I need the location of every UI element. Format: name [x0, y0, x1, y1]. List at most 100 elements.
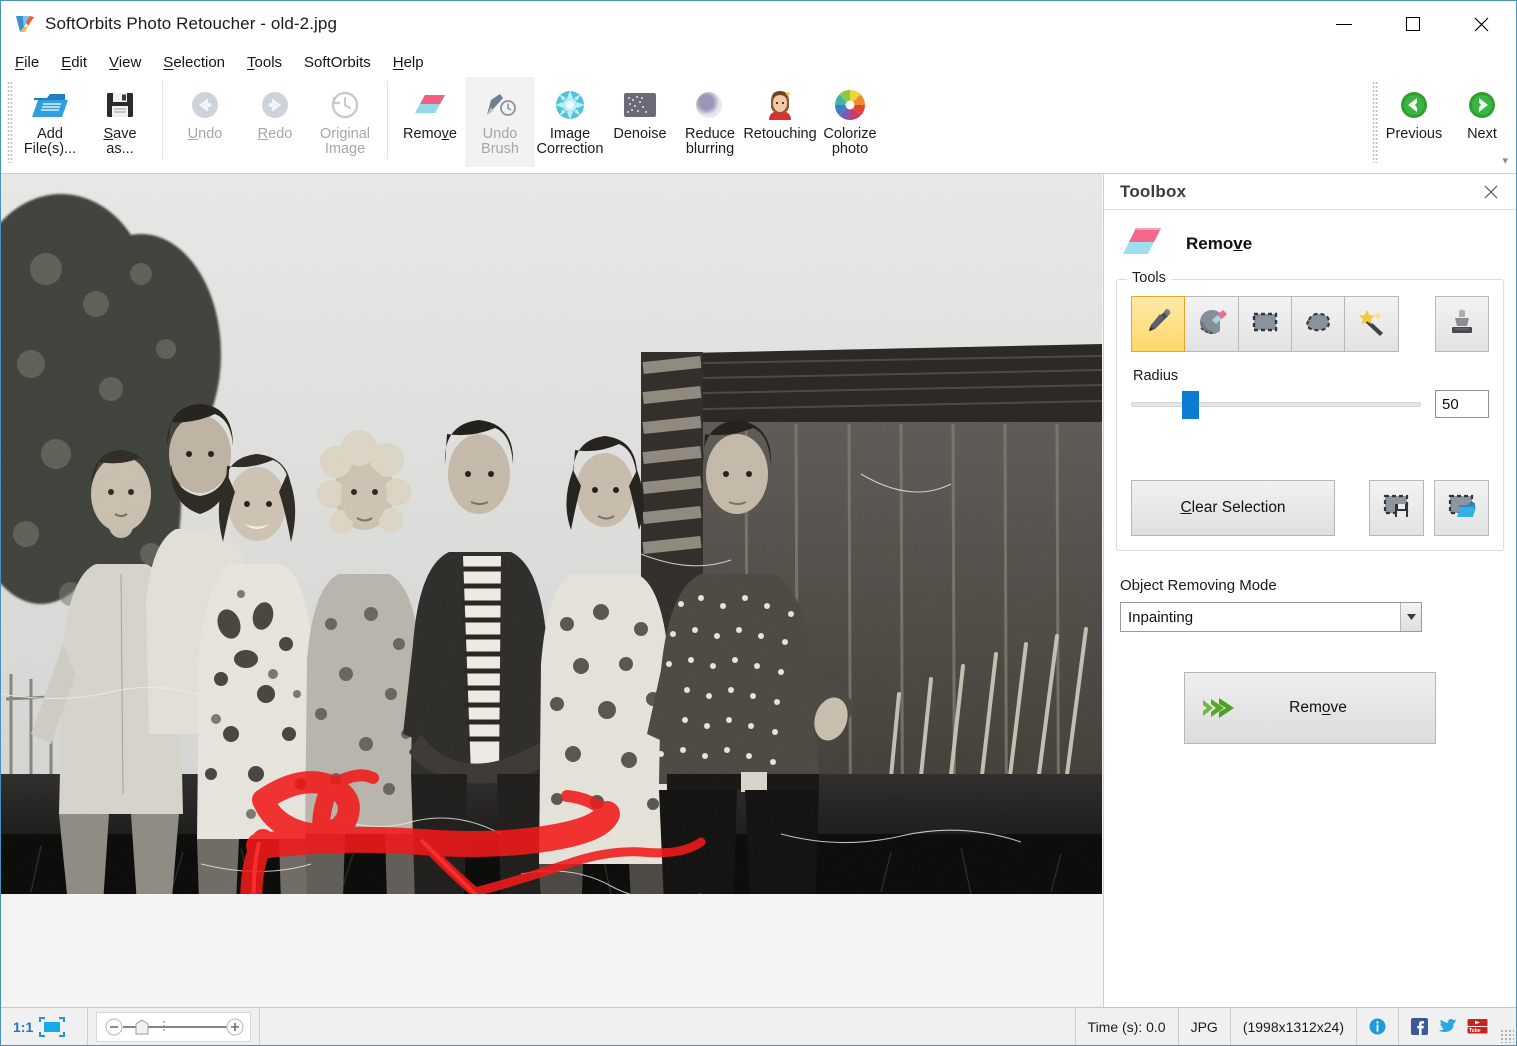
window-controls — [1309, 1, 1516, 47]
lasso-tool[interactable] — [1291, 296, 1345, 352]
menu-selection[interactable]: Selection — [163, 51, 237, 74]
colorize-photo-wheel-icon — [832, 85, 868, 125]
close-icon[interactable] — [1447, 1, 1516, 47]
magic-wand-icon — [1356, 306, 1388, 343]
toolbar-save-as-button[interactable]: Saveas... — [85, 77, 155, 167]
active-tool-name: Remove — [1186, 234, 1252, 254]
toolbar-denoise-label: Denoise — [604, 127, 676, 142]
maximize-icon[interactable] — [1378, 1, 1447, 47]
remove-action-block: Remove — [1104, 632, 1516, 744]
toolbar-denoise-button[interactable]: Denoise — [605, 77, 675, 167]
stamp-icon — [1446, 306, 1478, 343]
menu-view[interactable]: View — [109, 51, 153, 74]
stamp-tool[interactable] — [1435, 296, 1489, 352]
toolbox-panel: Toolbox Remove Tools — [1104, 174, 1516, 1007]
menu-softorbits[interactable]: SoftOrbits — [304, 51, 383, 74]
resize-grip[interactable] — [1500, 1029, 1514, 1043]
toolbar-reduce-blurring-button[interactable]: Reduceblurring — [675, 77, 745, 167]
youtube-icon[interactable]: Tube — [1467, 1018, 1488, 1035]
toolbar-add-files-button[interactable]: AddFile(s)... — [15, 77, 85, 167]
eraser-tool[interactable] — [1184, 296, 1238, 352]
radius-slider-track — [1131, 402, 1421, 407]
toolbar-save-as-label: Saveas... — [84, 127, 156, 157]
save-as-icon — [105, 85, 135, 125]
toolbar-undo-brush-button[interactable]: UndoBrush — [465, 77, 535, 167]
image-correction-icon — [552, 85, 588, 125]
fit-to-screen-icon[interactable] — [39, 1017, 75, 1037]
status-bar: 1:1 — [1, 1007, 1516, 1045]
photo-viewport[interactable] — [1, 174, 1102, 894]
panel-close-icon[interactable] — [1480, 181, 1502, 203]
clear-selection-button[interactable]: Clear Selection — [1131, 480, 1335, 536]
menu-bar: File Edit View Selection Tools SoftOrbit… — [1, 47, 1516, 77]
undo-arrow-icon — [189, 85, 221, 125]
lasso-icon — [1302, 306, 1334, 343]
radius-slider[interactable] — [1131, 391, 1421, 417]
tools-group-legend: Tools — [1127, 270, 1171, 286]
zoom-ratio-label[interactable]: 1:1 — [13, 1019, 39, 1035]
toolbar-add-files-label: AddFile(s)... — [14, 127, 86, 157]
toolbar-retouching-button[interactable]: Retouching — [745, 77, 815, 167]
main-toolbar: AddFile(s)... Saveas... — [1, 77, 1516, 174]
object-removing-mode-select[interactable]: Inpainting — [1120, 602, 1422, 632]
original-image-clock-icon — [329, 85, 361, 125]
save-selection-icon — [1382, 492, 1412, 525]
pencil-icon — [1142, 306, 1174, 343]
toolbar-original-image-label: OriginalImage — [303, 127, 387, 157]
load-selection-button[interactable] — [1434, 480, 1489, 536]
toolbar-image-correction-button[interactable]: ImageCorrection — [535, 77, 605, 167]
toolbar-undo-button[interactable]: Undo — [170, 77, 240, 167]
toolbar-navigation-group: Previous Next — [1366, 77, 1516, 169]
toolbar-next-button[interactable]: Next — [1448, 77, 1516, 167]
info-icon[interactable] — [1369, 1018, 1386, 1035]
toolbar-undo-label: Undo — [169, 127, 241, 142]
image-dimensions-cell: (1998x1312x24) — [1231, 1008, 1357, 1045]
denoise-icon — [623, 85, 657, 125]
toolbar-original-image-button[interactable]: OriginalImage — [310, 77, 380, 167]
toolbox-title: Toolbox — [1120, 182, 1186, 202]
eraser-icon — [1120, 224, 1164, 263]
toolbar-nav-grip[interactable] — [1372, 81, 1378, 163]
minimize-icon[interactable] — [1309, 1, 1378, 47]
toolbar-grip[interactable] — [7, 81, 13, 163]
add-files-icon — [31, 85, 69, 125]
object-removing-mode-block: Object Removing Mode Inpainting — [1104, 551, 1516, 632]
pencil-tool[interactable] — [1131, 296, 1185, 352]
toolbar-colorize-photo-label: Colorizephoto — [808, 127, 892, 157]
radius-slider-thumb[interactable] — [1182, 391, 1199, 419]
twitter-icon[interactable] — [1438, 1018, 1457, 1035]
magic-wand-tool[interactable] — [1344, 296, 1398, 352]
menu-file[interactable]: File — [15, 51, 51, 74]
tools-row — [1131, 296, 1489, 352]
toolbar-colorize-photo-button[interactable]: Colorizephoto — [815, 77, 885, 167]
menu-edit[interactable]: Edit — [61, 51, 99, 74]
eraser-selection-icon — [1196, 306, 1228, 343]
facebook-icon[interactable] — [1411, 1018, 1428, 1035]
toolbar-undo-brush-label: UndoBrush — [464, 127, 536, 157]
status-filler — [260, 1008, 1074, 1045]
toolbar-previous-label: Previous — [1378, 127, 1450, 142]
toolbar-separator — [162, 81, 163, 159]
menu-tools[interactable]: Tools — [247, 51, 294, 74]
toolbar-remove-button[interactable]: Remove — [395, 77, 465, 167]
save-selection-button[interactable] — [1369, 480, 1424, 536]
window-title: SoftOrbits Photo Retoucher - old-2.jpg — [45, 14, 337, 34]
toolbox-header: Toolbox — [1104, 174, 1516, 210]
green-double-arrow-icon — [1201, 696, 1235, 720]
toolbar-redo-button[interactable]: Redo — [240, 77, 310, 167]
redo-arrow-icon — [259, 85, 291, 125]
image-canvas[interactable] — [1, 174, 1104, 1007]
remove-button[interactable]: Remove — [1184, 672, 1436, 744]
radius-input[interactable]: 50 — [1435, 390, 1489, 418]
zoom-slider[interactable] — [96, 1012, 251, 1042]
toolbar-previous-button[interactable]: Previous — [1380, 77, 1448, 167]
chevron-down-icon[interactable] — [1400, 603, 1421, 631]
load-selection-icon — [1447, 492, 1477, 525]
menu-help[interactable]: Help — [393, 51, 436, 74]
toolbar-remove-label: Remove — [394, 127, 466, 142]
rectangle-select-icon — [1249, 306, 1281, 343]
application-window: SoftOrbits Photo Retoucher - old-2.jpg F… — [0, 0, 1517, 1046]
rectangle-select-tool[interactable] — [1238, 296, 1292, 352]
processing-time-cell: Time (s): 0.0 — [1075, 1008, 1179, 1045]
svg-text:Tube: Tube — [1469, 1028, 1481, 1034]
